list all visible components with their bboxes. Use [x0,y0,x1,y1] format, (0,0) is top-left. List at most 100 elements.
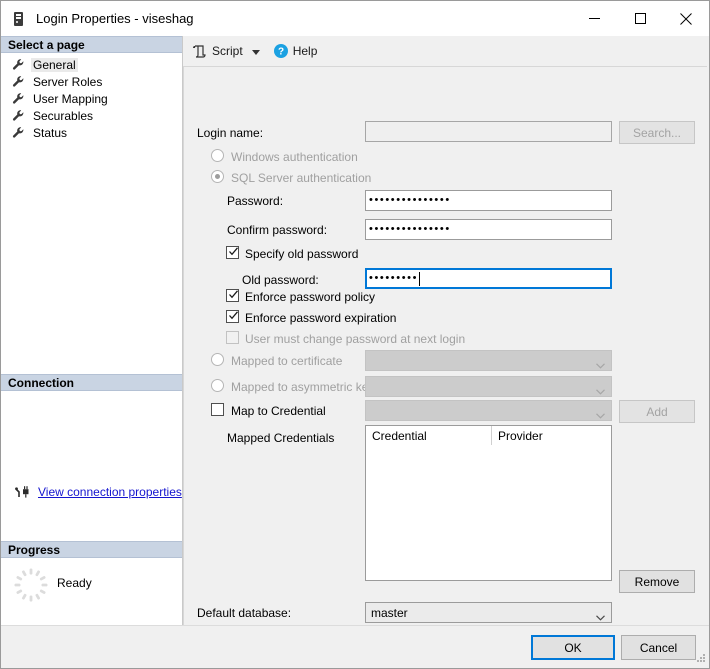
sidebar-item-label: Securables [33,108,94,123]
login-name-label: Login name: [197,126,264,140]
checkmark-icon [228,310,239,321]
asymmetric-key-dropdown[interactable] [365,376,612,397]
wrench-icon [12,58,25,71]
add-button-label: Add [646,404,668,419]
cancel-button[interactable]: Cancel [621,635,696,660]
password-input[interactable]: ••••••••••••••• [365,190,612,211]
progress-header: Progress [1,541,182,558]
sidebar-item-label: Status [33,125,68,140]
toolbar: Script ? Help [183,36,708,66]
user-must-change-password-checkbox[interactable] [226,331,239,344]
enforce-password-policy-checkbox[interactable] [226,289,239,302]
column-header-provider[interactable]: Provider [492,426,543,445]
script-button[interactable]: Script [188,40,270,62]
mapped-to-asymmetric-key-radio[interactable] [211,379,224,392]
select-page-header: Select a page [1,36,182,53]
login-properties-dialog: Login Properties - viseshag Select a pag… [0,0,710,669]
sql-server-authentication-radio[interactable] [211,170,224,183]
sidebar-item-general[interactable]: General [1,56,182,73]
remove-button[interactable]: Remove [619,570,695,593]
windows-authentication-label: Windows authentication [231,150,358,164]
mapped-to-certificate-label: Mapped to certificate [231,354,343,368]
checkmark-icon [228,289,239,300]
ok-button-label: OK [564,640,582,655]
enforce-password-expiration-label: Enforce password expiration [245,311,397,325]
chevron-down-icon[interactable] [251,44,260,58]
add-button[interactable]: Add [619,400,695,423]
windows-authentication-radio[interactable] [211,149,224,162]
default-database-value: master [371,605,408,620]
mapped-credentials-label: Mapped Credentials [227,431,335,445]
certificate-dropdown[interactable] [365,350,612,371]
specify-old-password-label: Specify old password [245,247,359,261]
connection-panel: Connection View connection properties [1,374,182,541]
help-label: Help [292,44,318,58]
sidebar-item-label: Server Roles [33,74,103,89]
title-bar: Login Properties - viseshag [1,1,709,36]
sidebar-item-user-mapping[interactable]: User Mapping [1,90,182,107]
window-controls [571,1,709,36]
map-to-credential-checkbox[interactable] [211,403,224,416]
minimize-button[interactable] [571,1,617,36]
connection-icon [15,485,31,499]
map-to-credential-label: Map to Credential [231,404,326,418]
wrench-icon [12,126,25,139]
text-cursor [419,271,421,286]
old-password-input[interactable]: ••••••••• [365,268,612,289]
dialog-body: Select a page General Server Roles User … [1,36,709,650]
enforce-password-expiration-checkbox[interactable] [226,310,239,323]
spinner-icon [13,567,49,603]
sidebar: Select a page General Server Roles User … [1,36,183,625]
script-icon [192,44,207,59]
login-name-input[interactable] [365,121,612,142]
progress-body: Ready [1,558,182,624]
confirm-password-input[interactable]: ••••••••••••••• [365,219,612,240]
wrench-icon [12,75,25,88]
search-button[interactable]: Search... [619,121,695,144]
maximize-button[interactable] [617,1,663,36]
sidebar-item-server-roles[interactable]: Server Roles [1,73,182,90]
progress-panel: Progress Ready [1,541,182,625]
chevron-down-icon [596,384,605,398]
help-icon: ? [273,44,288,58]
chevron-down-icon [596,610,605,624]
right-pane: Script ? Help Login name: Search... Wind… [183,36,708,650]
password-value: ••••••••••••••• [369,194,451,206]
ok-button[interactable]: OK [531,635,615,660]
progress-status: Ready [57,576,92,590]
server-icon [11,11,27,27]
sidebar-item-status[interactable]: Status [1,124,182,141]
view-connection-properties-link[interactable]: View connection properties [38,485,182,499]
search-button-label: Search... [632,125,682,140]
column-header-credential[interactable]: Credential [366,426,492,445]
view-connection-properties-row[interactable]: View connection properties [15,485,182,499]
sidebar-item-securables[interactable]: Securables [1,107,182,124]
wrench-icon [12,109,25,122]
password-label: Password: [227,194,284,208]
default-database-label: Default database: [197,606,292,620]
chevron-down-icon [596,358,605,372]
page-list: General Server Roles User Mapping Secura… [1,53,182,141]
resize-grip-icon[interactable] [694,653,706,665]
svg-text:?: ? [278,47,284,58]
default-database-dropdown[interactable]: master [365,602,612,623]
checkmark-icon [228,246,239,257]
remove-button-label: Remove [634,574,680,589]
close-button[interactable] [663,1,709,36]
mapped-credentials-header-row: Credential Provider [366,426,611,446]
user-must-change-password-label: User must change password at next login [245,332,466,346]
sidebar-item-label: General [31,57,78,72]
credential-dropdown[interactable] [365,400,612,421]
confirm-password-value: ••••••••••••••• [369,223,451,235]
confirm-password-label: Confirm password: [227,223,328,237]
help-button[interactable]: ? Help [270,40,322,62]
connection-body: View connection properties [1,391,182,540]
mapped-credentials-list[interactable]: Credential Provider [365,425,612,581]
old-password-label: Old password: [242,273,319,287]
mapped-to-certificate-radio[interactable] [211,353,224,366]
old-password-value: ••••••••• [369,272,419,284]
specify-old-password-checkbox[interactable] [226,246,239,259]
chevron-down-icon [596,408,605,422]
sidebar-item-label: User Mapping [33,91,108,106]
mapped-to-asymmetric-key-label: Mapped to asymmetric key [231,380,375,394]
